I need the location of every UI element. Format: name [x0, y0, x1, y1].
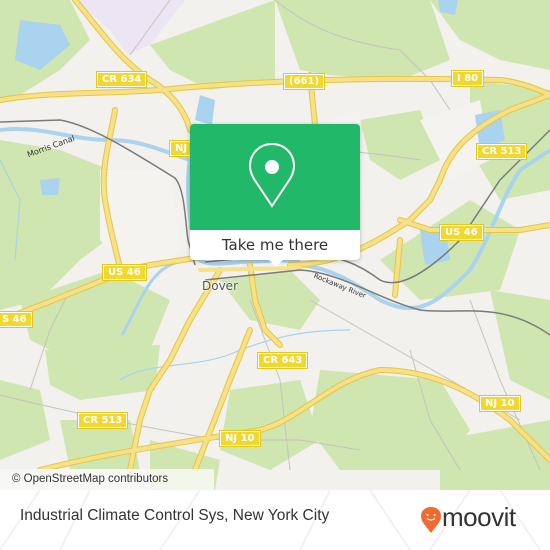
place-title: Industrial Climate Control Sys, New York… [20, 507, 330, 524]
shield-cr513-top: CR 513 [475, 143, 528, 160]
moovit-pin-smile-icon [421, 507, 441, 533]
shield-us46-right: US 46 [439, 224, 484, 241]
popup-pointer [268, 259, 284, 267]
footer: Industrial Climate Control Sys, New York… [0, 490, 550, 550]
map-attribution[interactable]: © OpenStreetMap contributors [0, 469, 214, 490]
shield-us46-left: US 46 [102, 264, 147, 281]
shield-nj10-right: NJ 10 [479, 395, 521, 412]
map-view[interactable]: Dover Morris Canal Rockaway River CR 634… [0, 0, 550, 490]
shield-nj: NJ [168, 140, 194, 157]
shield-cr634: CR 634 [95, 71, 148, 88]
popup-header [190, 124, 360, 230]
shield-us46-edge: S 46 [0, 311, 33, 328]
place-label-dover: Dover [202, 279, 238, 293]
moovit-wordmark: moovit [442, 502, 516, 532]
shield-cr643: CR 643 [256, 352, 309, 369]
take-me-there-button[interactable]: Take me there [190, 230, 360, 260]
shield-cr513-bottom: CR 513 [76, 412, 129, 429]
moovit-logo[interactable]: moovit [420, 500, 550, 540]
shield-i80: I 80 [450, 70, 485, 87]
destination-popup: Take me there [190, 124, 360, 267]
location-pin-icon [248, 142, 296, 208]
shield-nj10-left: NJ 10 [219, 430, 261, 447]
shield-661: (661) [282, 73, 326, 90]
